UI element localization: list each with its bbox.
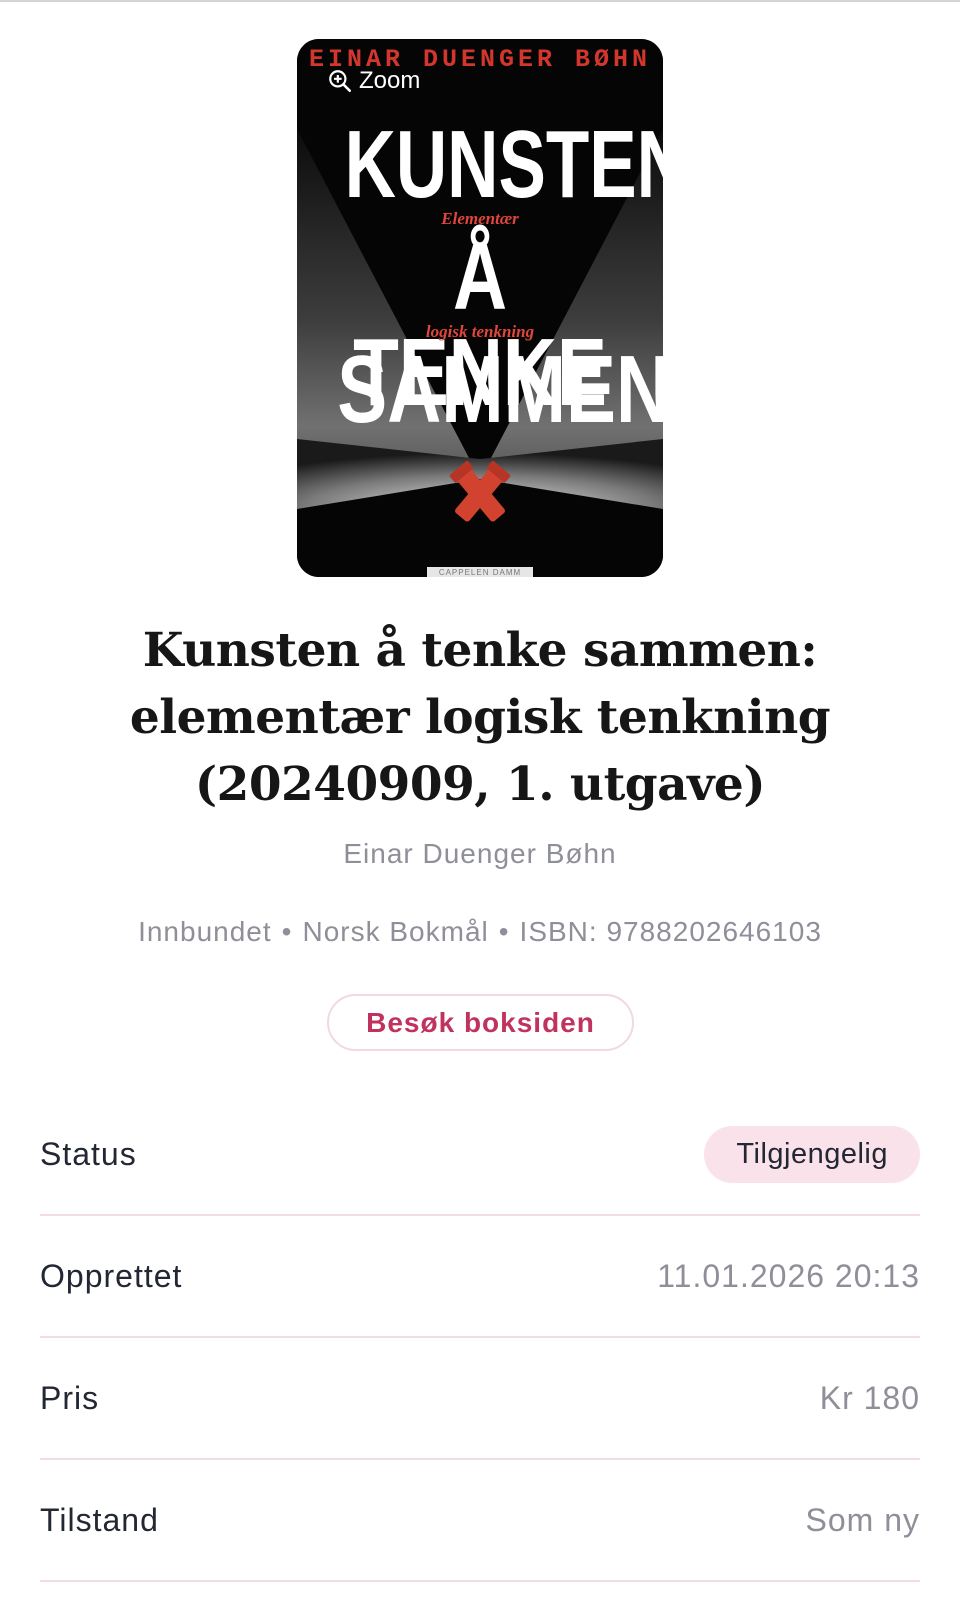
cover-title-line: KUNSTEN — [344, 111, 663, 218]
condition-value: Som ny — [805, 1501, 920, 1538]
book-title: Kunsten å tenke sammen: elementær logisk… — [129, 623, 831, 812]
cover-title-line: SAMMEN — [337, 336, 663, 443]
language: Norsk Bokmål — [302, 916, 489, 947]
price-value: Kr 180 — [819, 1379, 920, 1416]
zoom-button[interactable]: Zoom — [327, 67, 420, 95]
created-date: 11.01.2026 20:13 — [657, 1257, 920, 1294]
detail-row-condition: Tilstand Som ny — [40, 1460, 920, 1582]
cover-publisher: CAPPELEN DAMM — [427, 567, 533, 577]
isbn: ISBN: 9788202646103 — [519, 916, 822, 947]
detail-row-status: Status Tilgjengelig — [40, 1094, 920, 1216]
detail-label: Opprettet — [40, 1257, 183, 1294]
meta-separator: • — [498, 916, 510, 947]
zoom-in-icon — [329, 70, 352, 93]
detail-label: Tilstand — [40, 1501, 159, 1538]
top-divider — [0, 0, 960, 2]
visit-book-page-button[interactable]: Besøk boksiden — [327, 994, 634, 1051]
book-meta: Innbundet • Norsk Bokmål • ISBN: 97882026461… — [0, 916, 960, 948]
book-author: Einar Duenger Bøhn — [343, 838, 617, 869]
details-list: Status Tilgjengelig Opprettet 11.01.2026… — [40, 1094, 920, 1582]
detail-row-created: Opprettet 11.01.2026 20:13 — [40, 1216, 920, 1338]
detail-label: Pris — [40, 1379, 100, 1416]
status-badge: Tilgjengelig — [704, 1125, 920, 1183]
detail-label: Status — [40, 1135, 137, 1172]
detail-row-price: Pris Kr 180 — [40, 1338, 920, 1460]
listing-page: EINAR DUENGER BØHN Zoom KUNSTEN Elementæ… — [0, 0, 960, 1618]
book-cover[interactable]: EINAR DUENGER BØHN Zoom KUNSTEN Elementæ… — [297, 39, 663, 577]
binding-type: Innbundet — [138, 916, 272, 947]
meta-separator: • — [281, 916, 293, 947]
zoom-label: Zoom — [359, 67, 421, 94]
